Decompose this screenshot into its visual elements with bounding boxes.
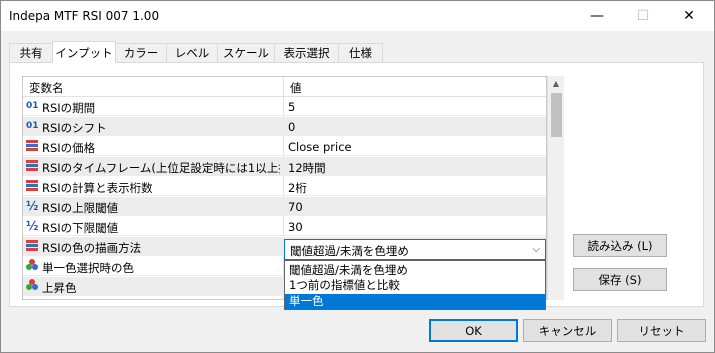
enum-icon — [26, 159, 40, 173]
reset-label: リセット — [638, 323, 685, 338]
save-label: 保存 (S) — [598, 272, 642, 287]
minimize-icon: — — [590, 8, 604, 24]
enum-icon — [26, 179, 40, 193]
maximize-button: ☐ — [620, 1, 666, 31]
ok-button[interactable]: OK — [429, 319, 518, 342]
grid-row[interactable]: RSIの価格 Close price — [23, 137, 546, 156]
cancel-label: キャンセル — [538, 323, 597, 338]
tab-scale[interactable]: スケール — [217, 43, 275, 62]
row-value[interactable]: 12時間 — [288, 160, 326, 176]
row-name: RSIの色の描画方法 — [42, 241, 142, 255]
tab-label: 仕様 — [349, 46, 372, 60]
dropdown-option-selected[interactable]: 単一色 — [285, 294, 545, 309]
grid-header: 変数名 値 — [23, 77, 546, 97]
combo-value: 閾値超過/未満を色埋め — [290, 244, 409, 258]
cancel-button[interactable]: キャンセル — [523, 319, 612, 342]
grid-scrollbar[interactable]: ▲ — [547, 76, 564, 300]
grid-row[interactable]: ½ RSIの下限閾値 30 — [23, 217, 546, 236]
int-icon: 01 — [26, 121, 39, 131]
minimize-button[interactable]: — — [574, 1, 620, 31]
int-icon: 01 — [26, 101, 39, 111]
row-value[interactable]: Close price — [288, 140, 352, 154]
row-name: 単一色選択時の色 — [42, 261, 134, 275]
tab-label: レベル — [174, 46, 210, 60]
dropdown-option[interactable]: 閾値超過/未満を色埋め — [285, 263, 545, 278]
grid-row[interactable]: RSIの計算と表示桁数 2桁 — [23, 177, 546, 196]
window-title: Indepa MTF RSI 007 1.00 — [9, 9, 160, 23]
row-name: RSIの下限閾値 — [42, 221, 119, 235]
grid-row[interactable]: ½ RSIの上限閾値 70 — [23, 197, 546, 216]
row-value[interactable]: 0 — [288, 120, 295, 134]
color-icon — [26, 279, 40, 293]
row-value[interactable]: 5 — [288, 100, 295, 114]
tab-inputs[interactable]: インプット — [52, 41, 116, 63]
tab-label: スケール — [223, 46, 269, 60]
enum-icon — [26, 139, 40, 153]
dialog-window: Indepa MTF RSI 007 1.00 — ☐ ✕ 共有 インプット カ… — [0, 0, 715, 353]
load-label: 読み込み (L) — [587, 238, 653, 253]
dropdown-option[interactable]: 1つ前の指標値と比較 — [285, 278, 545, 293]
grid-row[interactable]: RSIのタイムフレーム(上位足設定時には1以上推... 12時間 — [23, 157, 546, 176]
color-icon — [26, 259, 40, 273]
scroll-up-icon[interactable]: ▲ — [548, 76, 564, 92]
row-value[interactable]: 2桁 — [288, 180, 307, 196]
row-name: RSIの上限閾値 — [42, 201, 119, 215]
grid-row[interactable]: 01 RSIの期間 5 — [23, 97, 546, 116]
row-name: RSIの計算と表示桁数 — [42, 181, 153, 195]
save-button[interactable]: 保存 (S) — [573, 268, 667, 291]
close-button[interactable]: ✕ — [666, 1, 712, 31]
close-icon: ✕ — [683, 8, 695, 24]
draw-method-combo[interactable]: 閾値超過/未満を色埋め ⌵ — [284, 239, 546, 260]
combo-dropdown-list: 閾値超過/未満を色埋め 1つ前の指標値と比較 単一色 — [284, 260, 546, 310]
double-icon: ½ — [26, 219, 39, 233]
header-value[interactable]: 値 — [290, 80, 302, 96]
row-name: RSIの価格 — [42, 141, 96, 155]
load-button[interactable]: 読み込み (L) — [573, 234, 667, 257]
maximize-icon: ☐ — [636, 8, 650, 24]
tab-label: 共有 — [19, 46, 43, 60]
tab-label: カラー — [123, 46, 159, 60]
tab-levels[interactable]: レベル — [166, 43, 218, 62]
tab-colors[interactable]: カラー — [115, 43, 167, 62]
row-value[interactable]: 70 — [288, 200, 303, 214]
double-icon: ½ — [26, 199, 39, 213]
row-name: 上昇色 — [42, 281, 77, 295]
row-name: RSIのタイムフレーム(上位足設定時には1以上推... — [42, 161, 280, 175]
tab-label: インプット — [55, 45, 113, 60]
row-name: RSIの期間 — [42, 101, 96, 115]
ok-label: OK — [465, 323, 482, 338]
scroll-thumb[interactable] — [551, 93, 562, 137]
reset-button[interactable]: リセット — [617, 319, 706, 342]
title-bar: Indepa MTF RSI 007 1.00 — ☐ ✕ — [1, 1, 714, 31]
grid-row[interactable]: 01 RSIのシフト 0 — [23, 117, 546, 136]
row-name: RSIのシフト — [42, 121, 107, 135]
tab-specification[interactable]: 仕様 — [338, 43, 383, 62]
chevron-down-icon[interactable]: ⌵ — [532, 244, 540, 255]
tab-label: 表示選択 — [283, 46, 330, 60]
header-variable[interactable]: 変数名 — [29, 80, 64, 96]
row-value[interactable]: 30 — [288, 220, 303, 234]
tab-common[interactable]: 共有 — [9, 43, 53, 62]
enum-icon — [26, 239, 40, 253]
tab-visualization[interactable]: 表示選択 — [274, 43, 339, 62]
